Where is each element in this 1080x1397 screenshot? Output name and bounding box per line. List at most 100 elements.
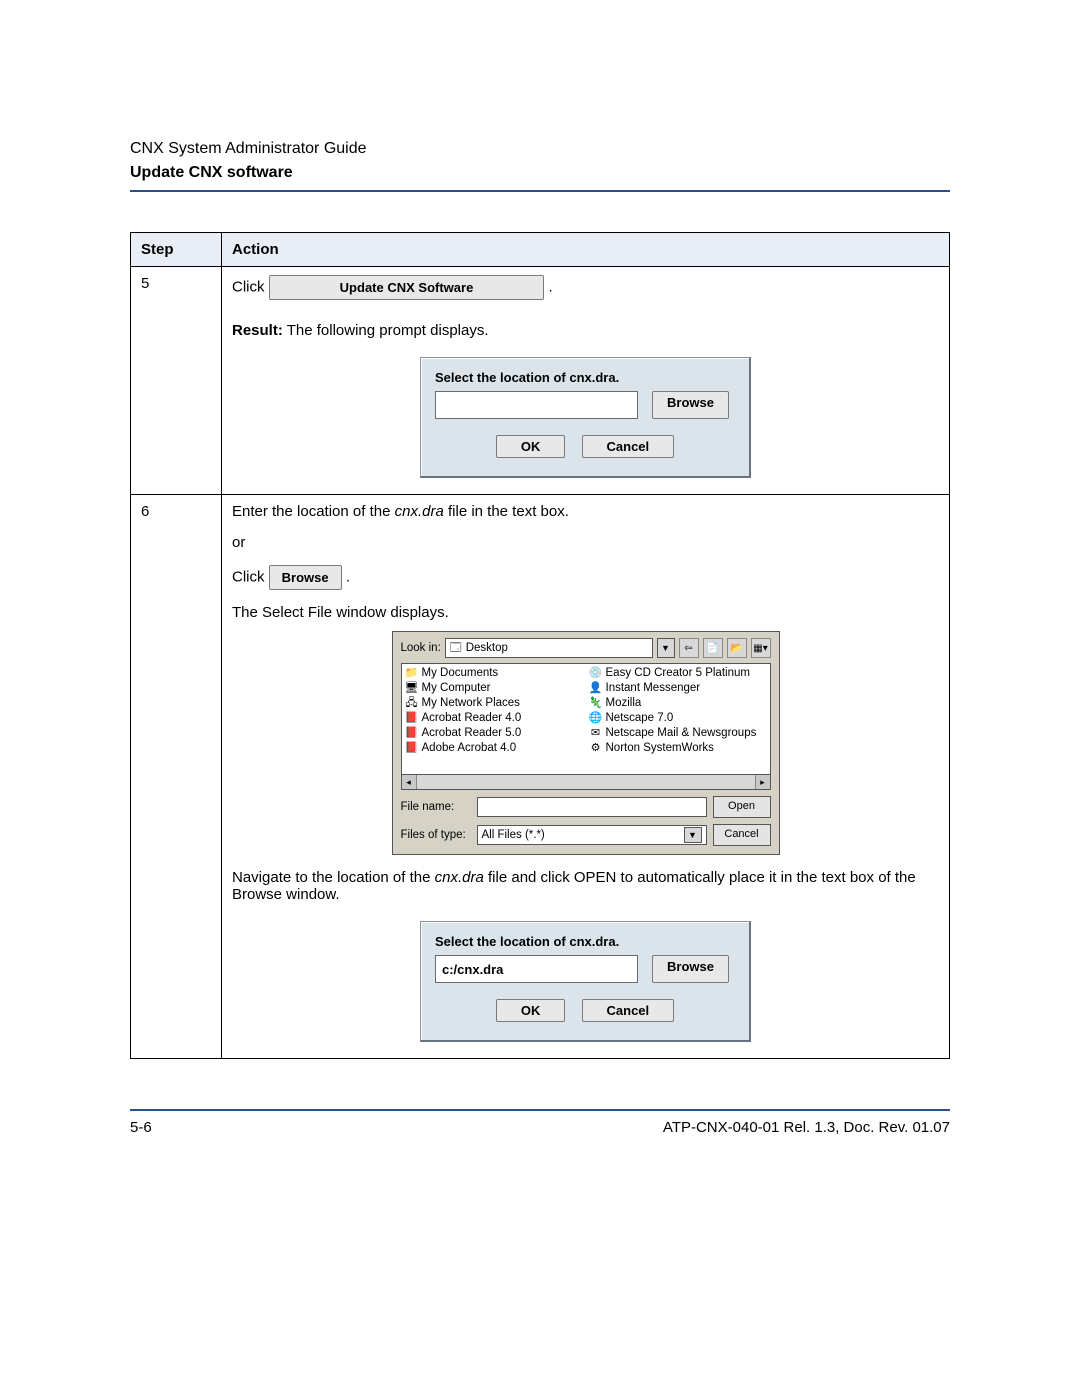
app-icon: ✉ [590,726,602,741]
text: . [346,568,350,585]
text: . [548,278,552,295]
browse-button[interactable]: Browse [269,565,342,590]
desktop-icon: 🗔 [450,643,462,654]
open-button[interactable]: Open [713,796,771,818]
list-item[interactable]: ⚙ Norton SystemWorks [590,741,766,756]
list-item-label: Netscape Mail & Newsgroups [606,726,757,741]
list-item-label: Acrobat Reader 5.0 [422,726,522,741]
cancel-button[interactable]: Cancel [582,999,675,1022]
browse-button[interactable]: Browse [652,391,729,419]
text: or [232,534,245,551]
select-location-prompt-filled: Select the location of cnx.dra. Browse O… [420,921,751,1042]
prompt-title: Select the location of cnx.dra. [435,370,735,385]
text: Navigate to the location of the [232,869,435,886]
page-number: 5-6 [130,1119,152,1136]
page-footer: 5-6 ATP-CNX-040-01 Rel. 1.3, Doc. Rev. 0… [130,1109,950,1136]
list-item-label: Netscape 7.0 [606,711,674,726]
text: file in the text box. [444,503,569,520]
step-number: 6 [131,495,222,1059]
text: Click [232,278,265,295]
list-item[interactable]: 📕 Acrobat Reader 5.0 [406,726,582,741]
back-icon[interactable]: ⇦ [679,638,699,658]
list-item-label: Easy CD Creator 5 Platinum [606,666,750,681]
select-location-prompt: Select the location of cnx.dra. Browse O… [420,357,751,478]
prompt-title: Select the location of cnx.dra. [435,934,735,949]
list-item[interactable]: 📕 Acrobat Reader 4.0 [406,711,582,726]
list-item[interactable]: 👤 Instant Messenger [590,681,766,696]
file-select-dialog: Look in: 🗔 Desktop ▼ ⇦ 📄 📂 ▦▾ [392,631,780,855]
col-header-action: Action [222,233,950,267]
lookin-value: Desktop [466,642,508,654]
list-item[interactable]: 🖧 My Network Places [406,696,582,711]
app-icon: 👤 [590,681,602,696]
table-row: 6 Enter the location of the cnx.dra file… [131,495,950,1059]
new-folder-icon[interactable]: 📂 [727,638,747,658]
text: The Select File window displays. [232,604,449,621]
list-item[interactable]: ✉ Netscape Mail & Newsgroups [590,726,766,741]
views-icon[interactable]: ▦▾ [751,638,771,658]
filename-input[interactable] [477,797,707,817]
app-icon: ⚙ [590,741,602,756]
up-folder-icon[interactable]: 📄 [703,638,723,658]
result-label: Result: [232,322,283,339]
page-title: Update CNX software [130,164,950,182]
app-icon: 📕 [406,741,418,756]
lookin-field[interactable]: 🗔 Desktop [445,638,653,658]
app-icon: 🌐 [590,711,602,726]
text-ital: cnx.dra [435,869,484,886]
filetype-label: Files of type: [401,829,471,841]
text: Click [232,568,265,585]
list-item[interactable]: 📁 My Documents [406,666,582,681]
doc-header: CNX System Administrator Guide [130,140,950,158]
text-ital: cnx.dra [395,503,444,520]
ok-button[interactable]: OK [496,435,566,458]
browse-button[interactable]: Browse [652,955,729,983]
header-rule [130,190,950,192]
step-action: Enter the location of the cnx.dra file i… [222,495,950,1059]
update-cnx-software-button[interactable]: Update CNX Software [269,275,545,300]
cancel-button[interactable]: Cancel [713,824,771,846]
text: The following prompt displays. [283,322,489,339]
scroll-left-icon[interactable]: ◂ [402,775,417,789]
list-item[interactable]: 🖥 My Computer [406,681,582,696]
steps-table: Step Action 5 Click Update CNX Software … [130,232,950,1059]
step-number: 5 [131,267,222,495]
list-item-label: Norton SystemWorks [606,741,714,756]
filename-label: File name: [401,801,471,813]
footer-rule [130,1109,950,1111]
ok-button[interactable]: OK [496,999,566,1022]
col-header-step: Step [131,233,222,267]
app-icon: 📕 [406,726,418,741]
list-item[interactable]: 📕Adobe Acrobat 4.0 [406,741,582,756]
network-icon: 🖧 [406,696,418,711]
doc-info: ATP-CNX-040-01 Rel. 1.3, Doc. Rev. 01.07 [663,1119,950,1136]
file-list[interactable]: 📁 My Documents 🖥 My Computer 🖧 My Network P… [401,663,771,775]
app-icon: 🦎 [590,696,602,711]
chevron-down-icon: ▼ [684,827,702,843]
list-item-label: My Computer [422,681,491,696]
filetype-value: All Files (*.*) [482,829,545,841]
list-item-label: Instant Messenger [606,681,701,696]
list-item-label: My Documents [422,666,499,681]
location-input[interactable] [435,955,638,983]
list-item-label: Acrobat Reader 4.0 [422,711,522,726]
folder-icon: 📁 [406,666,418,681]
step-action: Click Update CNX Software . Result: The … [222,267,950,495]
app-icon: 📕 [406,711,418,726]
scroll-right-icon[interactable]: ▸ [755,775,770,789]
lookin-dropdown-icon[interactable]: ▼ [657,638,675,658]
app-icon: 💿 [590,666,602,681]
horizontal-scrollbar[interactable]: ◂ ▸ [401,775,771,790]
table-row: 5 Click Update CNX Software . Result: Th… [131,267,950,495]
text: Enter the location of the [232,503,395,520]
list-item[interactable]: 🌐 Netscape 7.0 [590,711,766,726]
lookin-label: Look in: [401,642,441,654]
list-item-label: Mozilla [606,696,642,711]
cancel-button[interactable]: Cancel [582,435,675,458]
location-input[interactable] [435,391,638,419]
computer-icon: 🖥 [406,681,418,696]
list-item[interactable]: 🦎 Mozilla [590,696,766,711]
filetype-select[interactable]: All Files (*.*) ▼ [477,825,707,845]
list-item-label: My Network Places [422,696,520,711]
list-item[interactable]: 💿 Easy CD Creator 5 Platinum [590,666,766,681]
